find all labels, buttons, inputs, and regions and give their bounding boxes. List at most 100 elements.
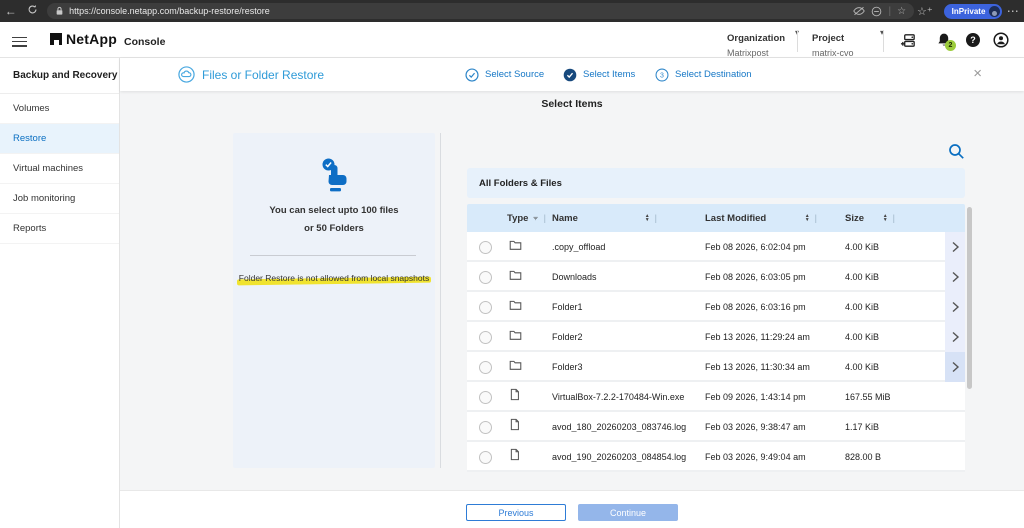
netapp-logo-icon	[50, 33, 62, 45]
row-chevron[interactable]	[945, 262, 965, 292]
brand-name: NetApp	[66, 31, 117, 47]
page-title: Select Items	[120, 98, 1024, 110]
row-modified: Feb 13 2026, 11:29:24 am	[705, 332, 845, 342]
row-chevron[interactable]	[945, 292, 965, 322]
sidebar-item-reports[interactable]: Reports	[0, 214, 119, 244]
browser-menu-icon[interactable]: ⋯	[1002, 4, 1024, 18]
panel-divider	[250, 255, 416, 256]
sidebar-item-virtual-machines[interactable]: Virtual machines	[0, 154, 119, 184]
content-divider	[440, 133, 441, 468]
file-icon	[509, 388, 520, 401]
table-row[interactable]: Folder2 Feb 13 2026, 11:29:24 am 4.00 Ki…	[467, 322, 965, 352]
table-header-row: Type | Name ▲▼ | Last Modified ▲▼ | Size…	[467, 204, 965, 232]
row-size: 4.00 KiB	[845, 242, 945, 252]
inprivate-badge[interactable]: InPrivate	[944, 4, 1003, 19]
svg-text:?: ?	[970, 35, 976, 45]
notification-count-badge: 2	[945, 40, 956, 51]
sort-icon[interactable]: ▲▼	[645, 214, 650, 223]
browser-bar: ← https://console.netapp.com/backup-rest…	[0, 0, 1024, 22]
limit-text-line2: or 50 Folders	[233, 223, 435, 234]
limit-text-line1: You can select upto 100 files	[233, 205, 435, 216]
row-chevron[interactable]	[945, 352, 965, 382]
note-wrap: Folder Restore is not allowed from local…	[233, 268, 435, 286]
close-icon[interactable]: ×	[973, 65, 982, 83]
notifications-bell-icon[interactable]: 2	[936, 32, 953, 49]
file-icon	[509, 418, 520, 431]
row-size: 4.00 KiB	[845, 272, 945, 282]
row-modified: Feb 08 2026, 6:03:05 pm	[705, 272, 845, 282]
row-radio[interactable]	[479, 361, 492, 374]
sort-icon[interactable]: ▲▼	[805, 214, 810, 223]
netapp-brand: NetApp	[50, 31, 117, 47]
address-bar[interactable]: https://console.netapp.com/backup-restor…	[47, 3, 914, 19]
collections-star-plus-icon[interactable]: ☆⁺	[914, 5, 936, 18]
table-row[interactable]: Folder1 Feb 08 2026, 6:03:16 pm 4.00 KiB	[467, 292, 965, 322]
project-switcher[interactable]: Project▾ matrix-cvo	[812, 28, 884, 58]
row-chevron[interactable]	[945, 322, 965, 352]
step-select-destination[interactable]: 3 Select Destination	[655, 58, 752, 91]
column-header-last-modified[interactable]: Last Modified	[705, 213, 766, 224]
sort-icon[interactable]: ▲▼	[883, 214, 888, 223]
row-modified: Feb 08 2026, 6:02:04 pm	[705, 242, 845, 252]
step-label: Select Destination	[675, 69, 752, 80]
row-name: avod_190_20260203_084854.log	[552, 452, 705, 462]
organization-switcher[interactable]: Organization▾ Matrixpost	[727, 28, 799, 58]
previous-button[interactable]: Previous	[466, 504, 566, 521]
step-done-check-icon	[465, 68, 479, 82]
filter-icon[interactable]	[533, 214, 538, 223]
row-modified: Feb 08 2026, 6:03:16 pm	[705, 302, 845, 312]
table-row[interactable]: Folder3 Feb 13 2026, 11:30:34 am 4.00 Ki…	[467, 352, 965, 382]
menu-hamburger-icon[interactable]	[12, 34, 27, 49]
row-radio[interactable]	[479, 391, 492, 404]
row-name: Folder3	[552, 362, 705, 372]
table-row[interactable]: Downloads Feb 08 2026, 6:03:05 pm 4.00 K…	[467, 262, 965, 292]
sidebar-item-job-monitoring[interactable]: Job monitoring	[0, 184, 119, 214]
table-row[interactable]: avod_190_20260203_084854.log Feb 03 2026…	[467, 442, 965, 472]
tracking-prevention-icon[interactable]	[871, 6, 882, 17]
sidebar-item-volumes[interactable]: Volumes	[0, 94, 119, 124]
search-icon[interactable]	[948, 143, 966, 161]
row-name: VirtualBox-7.2.2-170484-Win.exe	[552, 392, 705, 402]
column-header-size[interactable]: Size	[845, 213, 864, 224]
sidebar: Backup and Recovery Volumes Restore Virt…	[0, 58, 120, 528]
step-select-source[interactable]: Select Source	[465, 58, 544, 91]
table-row[interactable]: .copy_offload Feb 08 2026, 6:02:04 pm 4.…	[467, 232, 965, 262]
file-icon	[509, 448, 520, 461]
connector-icon[interactable]	[900, 32, 917, 49]
step-label: Select Items	[583, 69, 635, 80]
eye-slash-icon[interactable]	[853, 6, 865, 16]
table-scrollbar[interactable]	[967, 207, 972, 389]
table-row[interactable]: avod_180_20260203_083746.log Feb 03 2026…	[467, 412, 965, 442]
row-radio[interactable]	[479, 331, 492, 344]
row-radio[interactable]	[479, 451, 492, 464]
help-icon[interactable]: ?	[965, 32, 982, 49]
column-header-name[interactable]: Name	[552, 213, 578, 224]
app-header: NetApp Console Organization▾ Matrixpost …	[0, 22, 1024, 58]
account-icon[interactable]	[993, 32, 1010, 49]
breadcrumb[interactable]: All Folders & Files	[467, 168, 965, 198]
lock-icon	[55, 6, 64, 16]
folder-icon	[509, 359, 522, 371]
step-select-items[interactable]: Select Items	[563, 58, 635, 91]
header-divider	[883, 30, 884, 52]
row-modified: Feb 09 2026, 1:43:14 pm	[705, 392, 845, 402]
sidebar-title: Backup and Recovery	[0, 58, 119, 94]
row-radio[interactable]	[479, 271, 492, 284]
browser-back-icon[interactable]: ←	[0, 4, 22, 18]
folder-icon	[509, 269, 522, 281]
favorites-star-icon[interactable]: ☆	[897, 6, 906, 17]
wizard-title: Files or Folder Restore	[202, 68, 324, 82]
browser-refresh-icon[interactable]	[22, 4, 44, 18]
table-row[interactable]: VirtualBox-7.2.2-170484-Win.exe Feb 09 2…	[467, 382, 965, 412]
breadcrumb-label: All Folders & Files	[479, 178, 562, 189]
row-chevron[interactable]	[945, 232, 965, 262]
sidebar-item-restore[interactable]: Restore	[0, 124, 119, 154]
profile-avatar	[989, 6, 1000, 17]
row-radio[interactable]	[479, 421, 492, 434]
column-header-type[interactable]: Type	[507, 213, 528, 224]
row-size: 4.00 KiB	[845, 362, 945, 372]
row-radio[interactable]	[479, 241, 492, 254]
continue-button[interactable]: Continue	[578, 504, 678, 521]
row-name: .copy_offload	[552, 242, 705, 252]
row-radio[interactable]	[479, 301, 492, 314]
